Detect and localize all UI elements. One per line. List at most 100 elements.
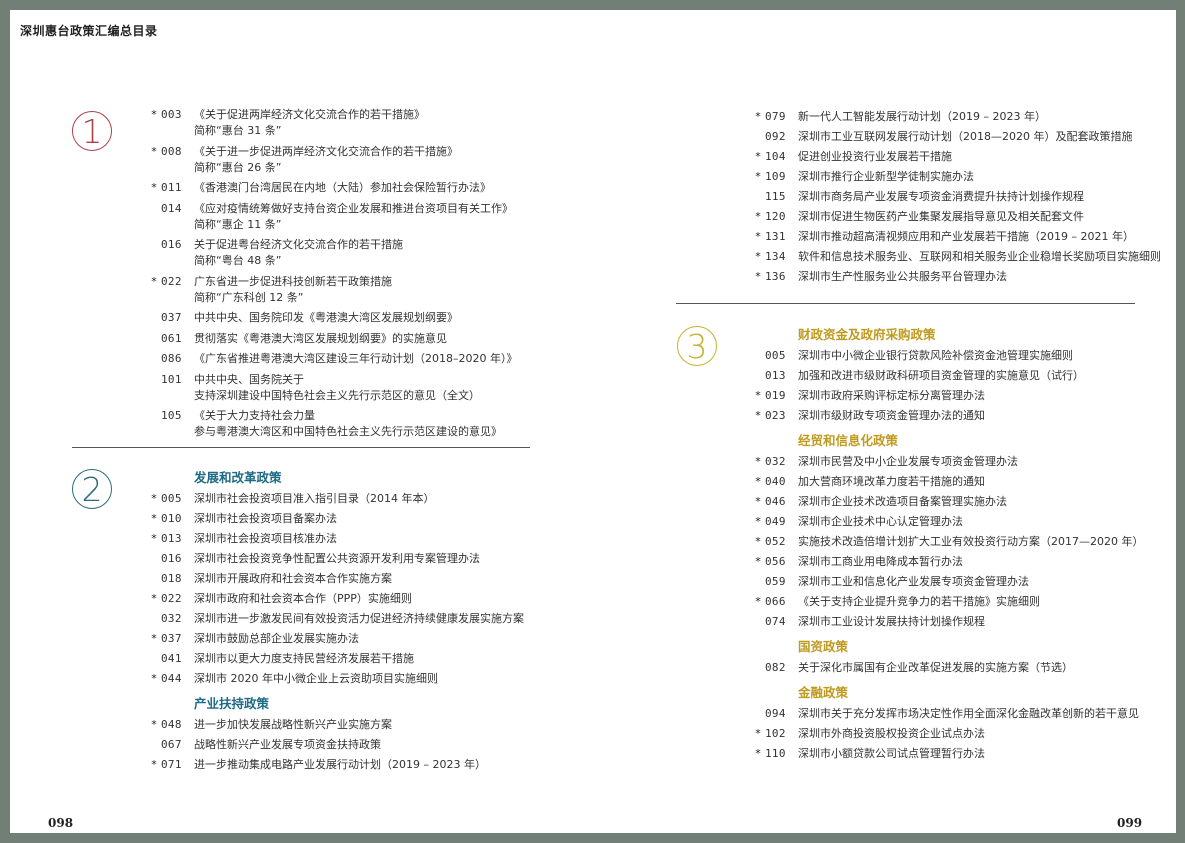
entry-title-continued: 参与粤港澳大湾区和中国特色社会主义先行示范区建设的意见》 bbox=[194, 425, 502, 438]
entry-page-number: 023 bbox=[765, 409, 786, 422]
entry-title: 深圳市中小微企业银行贷款风险补偿资金池管理实施细则 bbox=[798, 349, 1073, 362]
entry-page-number: 104 bbox=[765, 150, 786, 163]
toc-entry[interactable]: 101 中共中央、国务院关于 支持深圳建设中国特色社会主义先行示范区的意见（全文） bbox=[149, 372, 549, 404]
entry-page-number: 056 bbox=[765, 555, 786, 568]
recommended-mark: * bbox=[755, 389, 761, 402]
toc-entry[interactable]: 018 深圳市开展政府和社会资本合作实施方案 bbox=[149, 571, 549, 587]
toc-entry[interactable]: 094 深圳市关于充分发挥市场决定性作用全面深化金融改革创新的若干意见 bbox=[753, 706, 1173, 722]
toc-entry[interactable]: * 136 深圳市生产性服务业公共服务平台管理办法 bbox=[753, 269, 1173, 285]
toc-entry[interactable]: * 048 进一步加快发展战略性新兴产业实施方案 bbox=[149, 717, 549, 733]
toc-entry[interactable]: * 079 新一代人工智能发展行动计划（2019 – 2023 年） bbox=[753, 109, 1173, 125]
entry-short-name: 简称“广东科创 12 条” bbox=[194, 290, 304, 304]
entry-page-number: 061 bbox=[161, 331, 182, 345]
toc-entry[interactable]: 016 关于促进粤台经济文化交流合作的若干措施 简称“粤台 48 条” bbox=[149, 237, 549, 269]
entry-page-number: 013 bbox=[765, 369, 786, 382]
toc-entry[interactable]: 005 深圳市中小微企业银行贷款风险补偿资金池管理实施细则 bbox=[753, 348, 1173, 364]
section-divider-right bbox=[676, 303, 1135, 304]
entry-page-number: 136 bbox=[765, 270, 786, 283]
toc-entry[interactable]: 082 关于深化市属国有企业改革促进发展的实施方案（节选） bbox=[753, 660, 1173, 676]
toc-entry[interactable]: * 056 深圳市工商业用电降成本暂行办法 bbox=[753, 554, 1173, 570]
toc-entry[interactable]: 013 加强和改进市级财政科研项目资金管理的实施意见（试行） bbox=[753, 368, 1173, 384]
toc-entry[interactable]: 092 深圳市工业互联网发展行动计划（2018—2020 年）及配套政策措施 bbox=[753, 129, 1173, 145]
entry-short-name: 简称“粤台 48 条” bbox=[194, 254, 282, 267]
entry-page-number: 115 bbox=[765, 190, 786, 203]
toc-entry[interactable]: * 066 《关于支持企业提升竞争力的若干措施》实施细则 bbox=[753, 594, 1173, 610]
toc-entry[interactable]: 037 中共中央、国务院印发《粤港澳大湾区发展规划纲要》 bbox=[149, 310, 549, 326]
toc-entry[interactable]: * 131 深圳市推动超高清视频应用和产业发展若干措施（2019 – 2021 年） bbox=[753, 229, 1173, 245]
entry-page-number: 048 bbox=[161, 718, 182, 731]
toc-entry[interactable]: * 046 深圳市企业技术改造项目备案管理实施办法 bbox=[753, 494, 1173, 510]
section-3-list: 财政资金及政府采购政策 005 深圳市中小微企业银行贷款风险补偿资金池管理实施细则… bbox=[753, 326, 1173, 762]
entry-title: 深圳市鼓励总部企业发展实施办法 bbox=[194, 632, 359, 645]
toc-entry[interactable]: * 071 进一步推动集成电路产业发展行动计划（2019 – 2023 年） bbox=[149, 757, 549, 773]
entry-title: 《关于支持企业提升竞争力的若干措施》实施细则 bbox=[798, 595, 1040, 608]
toc-entry[interactable]: 014 《应对疫情统筹做好支持台资企业发展和推进台资项目有关工作》 简称“惠企 11… bbox=[149, 201, 549, 233]
toc-entry[interactable]: * 032 深圳市民营及中小企业发展专项资金管理办法 bbox=[753, 454, 1173, 470]
section-heading: 国资政策 bbox=[798, 639, 849, 654]
toc-entry[interactable]: * 013 深圳市社会投资项目核准办法 bbox=[149, 531, 549, 547]
toc-entry[interactable]: * 040 加大营商环境改革力度若干措施的通知 bbox=[753, 474, 1173, 490]
entry-title: 深圳市社会投资项目核准办法 bbox=[194, 532, 337, 545]
toc-entry[interactable]: * 104 促进创业投资行业发展若干措施 bbox=[753, 149, 1173, 165]
entry-title: 《关于进一步促进两岸经济文化交流合作的若干措施》 bbox=[194, 144, 458, 158]
entry-page-number: 011 bbox=[161, 181, 182, 194]
toc-entry[interactable]: * 023 深圳市级财政专项资金管理办法的通知 bbox=[753, 408, 1173, 424]
toc-entry[interactable]: * 109 深圳市推行企业新型学徒制实施办法 bbox=[753, 169, 1173, 185]
entry-title: 中共中央、国务院印发《粤港澳大湾区发展规划纲要》 bbox=[194, 311, 458, 324]
entry-page-number: 010 bbox=[161, 512, 182, 525]
recommended-mark: * bbox=[151, 532, 157, 545]
toc-entry[interactable]: * 010 深圳市社会投资项目备案办法 bbox=[149, 511, 549, 527]
toc-entry[interactable]: 074 深圳市工业设计发展扶持计划操作规程 bbox=[753, 614, 1173, 630]
entry-title: 深圳市以更大力度支持民营经济发展若干措施 bbox=[194, 652, 414, 665]
entry-page-number: 049 bbox=[765, 515, 786, 528]
entry-page-number: 094 bbox=[765, 707, 786, 720]
toc-entry[interactable]: * 134 软件和信息技术服务业、互联网和相关服务业企业稳增长奖励项目实施细则 bbox=[753, 249, 1173, 265]
section-number-3: 3 bbox=[677, 326, 717, 366]
toc-entry[interactable]: 115 深圳市商务局产业发展专项资金消费提升扶持计划操作规程 bbox=[753, 189, 1173, 205]
toc-entry[interactable]: * 003 《关于促进两岸经济文化交流合作的若干措施》 简称“惠台 31 条” bbox=[149, 107, 549, 139]
toc-entry[interactable]: * 008 《关于进一步促进两岸经济文化交流合作的若干措施》 简称“惠台 26 条” bbox=[149, 144, 549, 176]
toc-entry[interactable]: 105 《关于大力支持社会力量 参与粤港澳大湾区和中国特色社会主义先行示范区建设的意… bbox=[149, 408, 549, 440]
entry-page-number: 018 bbox=[161, 572, 182, 585]
entry-page-number: 032 bbox=[161, 612, 182, 625]
entry-short-name: 简称“惠台 26 条” bbox=[194, 160, 282, 174]
toc-entry[interactable]: 061 贯彻落实《粤港澳大湾区发展规划纲要》的实施意见 bbox=[149, 331, 549, 347]
toc-entry[interactable]: * 022 深圳市政府和社会资本合作（PPP）实施细则 bbox=[149, 591, 549, 607]
entry-title: 深圳市社会投资竞争性配置公共资源开发利用专案管理办法 bbox=[194, 552, 480, 565]
entry-page-number: 016 bbox=[161, 552, 182, 565]
toc-entry[interactable]: * 011 《香港澳门台湾居民在内地（大陆）参加社会保险暂行办法》 bbox=[149, 180, 549, 196]
entry-title: 深圳市推行企业新型学徒制实施办法 bbox=[798, 170, 974, 183]
toc-entry[interactable]: * 052 实施技术改造倍增计划扩大工业有效投资行动方案（2017—2020 年） bbox=[753, 534, 1173, 550]
entry-title: 深圳市级财政专项资金管理办法的通知 bbox=[798, 409, 985, 422]
toc-entry[interactable]: 086 《广东省推进粤港澳大湾区建设三年行动计划（2018–2020 年）》 bbox=[149, 351, 549, 367]
toc-entry[interactable]: * 120 深圳市促进生物医药产业集聚发展指导意见及相关配套文件 bbox=[753, 209, 1173, 225]
toc-entry[interactable]: * 049 深圳市企业技术中心认定管理办法 bbox=[753, 514, 1173, 530]
toc-entry[interactable]: * 044 深圳市 2020 年中小微企业上云资助项目实施细则 bbox=[149, 671, 549, 687]
toc-entry[interactable]: 067 战略性新兴产业发展专项资金扶持政策 bbox=[149, 737, 549, 753]
entry-title: 深圳市生产性服务业公共服务平台管理办法 bbox=[798, 270, 1007, 283]
toc-entry[interactable]: * 022 广东省进一步促进科技创新若干政策措施 简称“广东科创 12 条” bbox=[149, 274, 549, 306]
toc-entry[interactable]: * 102 深圳市外商投资股权投资企业试点办法 bbox=[753, 726, 1173, 742]
recommended-mark: * bbox=[755, 110, 761, 123]
toc-entry[interactable]: 016 深圳市社会投资竞争性配置公共资源开发利用专案管理办法 bbox=[149, 551, 549, 567]
entry-page-number: 037 bbox=[161, 311, 182, 324]
entry-title: 深圳市进一步激发民间有效投资活力促进经济持续健康发展实施方案 bbox=[194, 612, 524, 625]
entry-page-number: 101 bbox=[161, 372, 182, 386]
entry-page-number: 019 bbox=[765, 389, 786, 402]
entry-title: 深圳市小额贷款公司试点管理暂行办法 bbox=[798, 747, 985, 760]
entry-page-number: 037 bbox=[161, 632, 182, 645]
recommended-mark: * bbox=[755, 555, 761, 568]
toc-entry[interactable]: * 005 深圳市社会投资项目准入指引目录（2014 年本） bbox=[149, 491, 549, 507]
toc-entry[interactable]: * 037 深圳市鼓励总部企业发展实施办法 bbox=[149, 631, 549, 647]
continued-list: * 079 新一代人工智能发展行动计划（2019 – 2023 年） 092 深圳市工业… bbox=[753, 109, 1173, 285]
toc-entry[interactable]: 059 深圳市工业和信息化产业发展专项资金管理办法 bbox=[753, 574, 1173, 590]
recommended-mark: * bbox=[151, 492, 157, 505]
recommended-mark: * bbox=[755, 250, 761, 263]
toc-entry[interactable]: * 110 深圳市小额贷款公司试点管理暂行办法 bbox=[753, 746, 1173, 762]
toc-entry[interactable]: * 019 深圳市政府采购评标定标分离管理办法 bbox=[753, 388, 1173, 404]
entry-title: 关于促进粤台经济文化交流合作的若干措施 bbox=[194, 238, 403, 251]
book-spread: 深圳惠台政策汇编总目录 1 2 3 * 003 《关于促进两岸经济文化交流合作的若干… bbox=[10, 10, 1176, 833]
toc-entry[interactable]: 032 深圳市进一步激发民间有效投资活力促进经济持续健康发展实施方案 bbox=[149, 611, 549, 627]
entry-title: 软件和信息技术服务业、互联网和相关服务业企业稳增长奖励项目实施细则 bbox=[798, 250, 1161, 263]
toc-entry[interactable]: 041 深圳市以更大力度支持民营经济发展若干措施 bbox=[149, 651, 549, 667]
